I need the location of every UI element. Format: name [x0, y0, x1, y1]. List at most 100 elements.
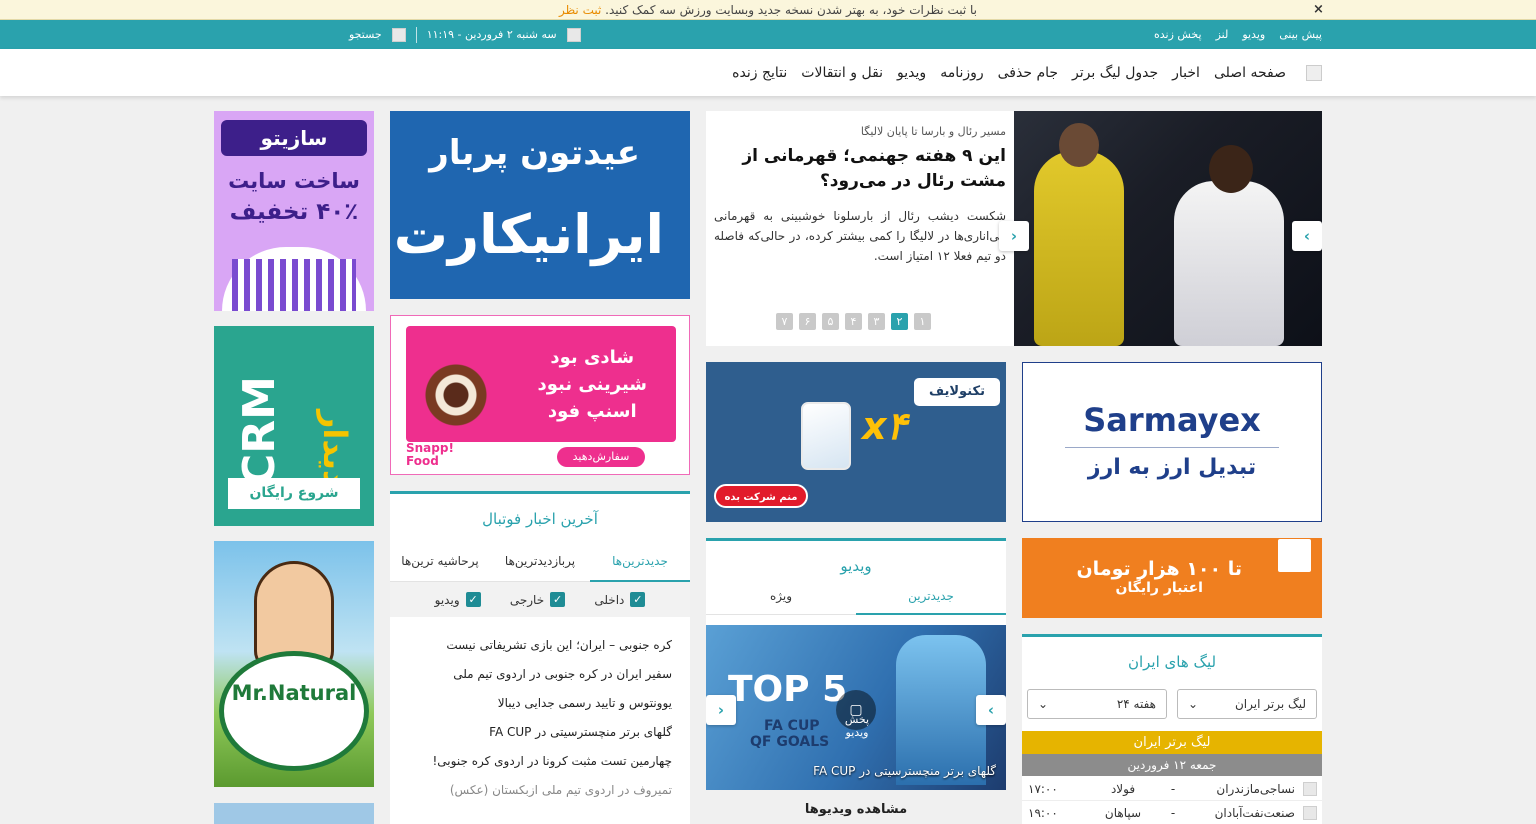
top-strip: پیش بینی ویدیو لنز پخش زنده سه شنبه ۲ فر…	[0, 20, 1536, 49]
ad-brand: تکنولایف	[914, 378, 1000, 406]
ad-sazito[interactable]: سازیتو ساخت سایت ۴۰٪ تخفیف	[214, 111, 374, 311]
slider-pagination: ۷ ۶ ۵ ۴ ۳ ۲ ۱	[776, 313, 931, 330]
ad-join-button[interactable]: منم شرکت بده	[714, 484, 808, 508]
league-band: لیگ برتر ایران	[1022, 731, 1322, 754]
nav-cup[interactable]: جام حذفی	[998, 65, 1058, 81]
slider-page[interactable]: ۳	[868, 313, 885, 330]
ad-brand: Mr.Natural	[231, 681, 357, 705]
site-logo[interactable]	[1306, 64, 1322, 81]
player-figure	[1174, 145, 1284, 346]
ad-text: تا ۱۰۰ هزار تومان	[1076, 558, 1242, 580]
slider-page[interactable]: ۴	[845, 313, 862, 330]
nav-video[interactable]: ویدیو	[897, 65, 926, 81]
ad-placeholder[interactable]	[214, 803, 374, 824]
filter-foreign[interactable]: ✓ خارجی	[510, 592, 566, 607]
close-icon[interactable]: ×	[1313, 0, 1324, 20]
checkbox-icon[interactable]: ✓	[630, 592, 646, 607]
nav-newspaper[interactable]: روزنامه	[940, 65, 983, 81]
nav-league-table[interactable]: جدول لیگ برتر	[1072, 65, 1158, 81]
slider-next-button[interactable]: ›	[1292, 221, 1322, 251]
nav-live-results[interactable]: نتایج زنده	[732, 65, 787, 81]
ad-filimo[interactable]: تا ۱۰۰ هزار تومان اعتبار رایگان	[1022, 538, 1322, 618]
slider-page[interactable]: ۱	[914, 313, 931, 330]
view-videos-button[interactable]: مشاهده ویدیوها	[706, 790, 1006, 824]
checkbox-icon[interactable]: ✓	[465, 592, 481, 607]
search-icon[interactable]	[391, 27, 406, 42]
ad-brand: سازیتو	[221, 120, 367, 156]
ad-text: CRM	[234, 376, 285, 486]
feedback-link[interactable]: ثبت نظر	[559, 3, 601, 17]
ad-technolife[interactable]: تکنولایف x۴ منم شرکت بده	[706, 362, 1006, 522]
news-item[interactable]: چهارمین تست مثبت کرونا در اردوی کره جنوب…	[408, 747, 672, 776]
slider-page[interactable]: ۵	[822, 313, 839, 330]
league-select[interactable]: لیگ برتر ایران ⌄	[1177, 689, 1317, 719]
video-caption[interactable]: گلهای برتر منچسترسیتی در FA CUP	[813, 764, 996, 778]
slider-page[interactable]: ۶	[799, 313, 816, 330]
match-row[interactable]: نساجی‌مازندران - فولاد ۱۷:۰۰	[1022, 777, 1322, 801]
news-item[interactable]: کره جنوبی – ایران؛ این بازی تشریفاتی نیس…	[408, 631, 672, 660]
ad-mr-natural[interactable]: Mr.Natural	[214, 541, 374, 787]
link-live[interactable]: پخش زنده	[1154, 28, 1202, 41]
notice-bar: با ثبت نظرات خود، به بهتر شدن نسخه جدید …	[0, 0, 1536, 20]
match-row[interactable]: صنعت‌نفت‌آبادان - سپاهان ۱۹:۰۰	[1022, 801, 1322, 824]
tab-newest[interactable]: جدیدترین‌ها	[590, 542, 690, 582]
filimo-logo	[1278, 539, 1311, 572]
away-team: سپاهان	[1104, 805, 1142, 820]
main-nav: صفحه اصلی اخبار جدول لیگ برتر جام حذفی ر…	[0, 49, 1536, 96]
tab-video-featured[interactable]: ویژه	[706, 579, 856, 615]
slider-page-active[interactable]: ۲	[891, 313, 908, 330]
link-video[interactable]: ویدیو	[1242, 28, 1265, 41]
headline-title[interactable]: این ۹ هفته جهنمی؛ قهرمانی از مشت رئال در…	[714, 144, 1006, 194]
ad-brand: ایرانیکارت	[393, 203, 664, 266]
player-figure	[1034, 123, 1124, 346]
news-item[interactable]: گلهای برتر منچسترسیتی در FA CUP	[408, 718, 672, 747]
home-team: نساجی‌مازندران	[1216, 781, 1295, 796]
phone-illustration	[801, 402, 851, 470]
video-next-button[interactable]: ›	[976, 695, 1006, 725]
week-select[interactable]: هفته ۲۴ ⌄	[1027, 689, 1167, 719]
brand-badge	[219, 651, 369, 771]
match-time: ۱۷:۰۰	[1028, 781, 1058, 796]
link-predict[interactable]: پیش بینی	[1279, 28, 1322, 41]
ad-text: تبدیل ارز به ارز	[1087, 455, 1257, 480]
filter-domestic[interactable]: ✓ داخلی	[594, 592, 646, 607]
headline-slider[interactable]: مسیر رئال و بارسا تا پایان لالیگا این ۹ …	[706, 111, 1322, 346]
headline-kicker: مسیر رئال و بارسا تا پایان لالیگا	[860, 125, 1006, 138]
box-title: لیگ های ایران	[1127, 653, 1217, 671]
current-date: سه شنبه ۲ فروردین - ۱۱:۱۹	[426, 28, 557, 41]
ad-order-button[interactable]: سفارش‌دهید	[557, 447, 645, 467]
away-team: فولاد	[1110, 781, 1136, 796]
play-label[interactable]: پخش ویدیو	[834, 713, 880, 739]
link-lens[interactable]: لنز	[1216, 28, 1229, 41]
news-item[interactable]: تمیروف در اردوی تیم ملی ازبکستان (عکس)	[408, 776, 672, 805]
news-item[interactable]: سفیر ایران در کره جنوبی در اردوی تیم ملی	[408, 660, 672, 689]
team-logo	[1303, 805, 1317, 820]
video-thumbnail[interactable]: TOP 5 FA CUP QF GOALS ▢ پخش ویدیو گلهای …	[706, 625, 1006, 790]
video-prev-button[interactable]: ‹	[706, 695, 736, 725]
slider-prev-button[interactable]: ‹	[999, 221, 1029, 251]
ad-text: ساخت سایت	[228, 169, 360, 193]
ad-didar[interactable]: CRM دیدار شروع رایگان	[214, 326, 374, 526]
team-logo	[1303, 781, 1317, 796]
search-label[interactable]: جستجو	[349, 28, 382, 41]
headline-photo[interactable]	[1014, 111, 1322, 346]
filter-video[interactable]: ✓ ویدیو	[435, 592, 481, 607]
tab-controversial[interactable]: پرحاشیه ترین‌ها	[390, 542, 490, 582]
tab-most-viewed[interactable]: پربازدیدترین‌ها	[490, 542, 590, 582]
ad-snappfood[interactable]: شادی بود شیرینی نبود اسنپ فود Snapp! Foo…	[390, 315, 690, 475]
nav-home[interactable]: صفحه اصلی	[1214, 65, 1286, 81]
nav-transfers[interactable]: نقل و انتقالات	[801, 65, 883, 81]
news-item[interactable]: یوونتوس و تایید رسمی جدایی دیبالا	[408, 689, 672, 718]
ad-start-button[interactable]: شروع رایگان	[228, 478, 360, 509]
tab-video-newest[interactable]: جدیدترین	[856, 579, 1006, 615]
ad-text: ۴۰٪ تخفیف	[229, 199, 359, 225]
ad-text: x۴	[862, 404, 907, 448]
divider	[415, 26, 417, 43]
nav-news[interactable]: اخبار	[1172, 65, 1200, 81]
ad-irancart[interactable]: عیدتون پربار ایرانیکارت	[390, 111, 690, 299]
slider-page[interactable]: ۷	[776, 313, 793, 330]
ad-sarmayex[interactable]: Sarmayex تبدیل ارز به ارز	[1022, 362, 1322, 522]
checkbox-icon[interactable]: ✓	[550, 592, 566, 607]
latest-news-box: آخرین اخبار فوتبال جدیدترین‌ها پربازدیدت…	[390, 491, 690, 824]
home-team: صنعت‌نفت‌آبادان	[1214, 805, 1295, 820]
